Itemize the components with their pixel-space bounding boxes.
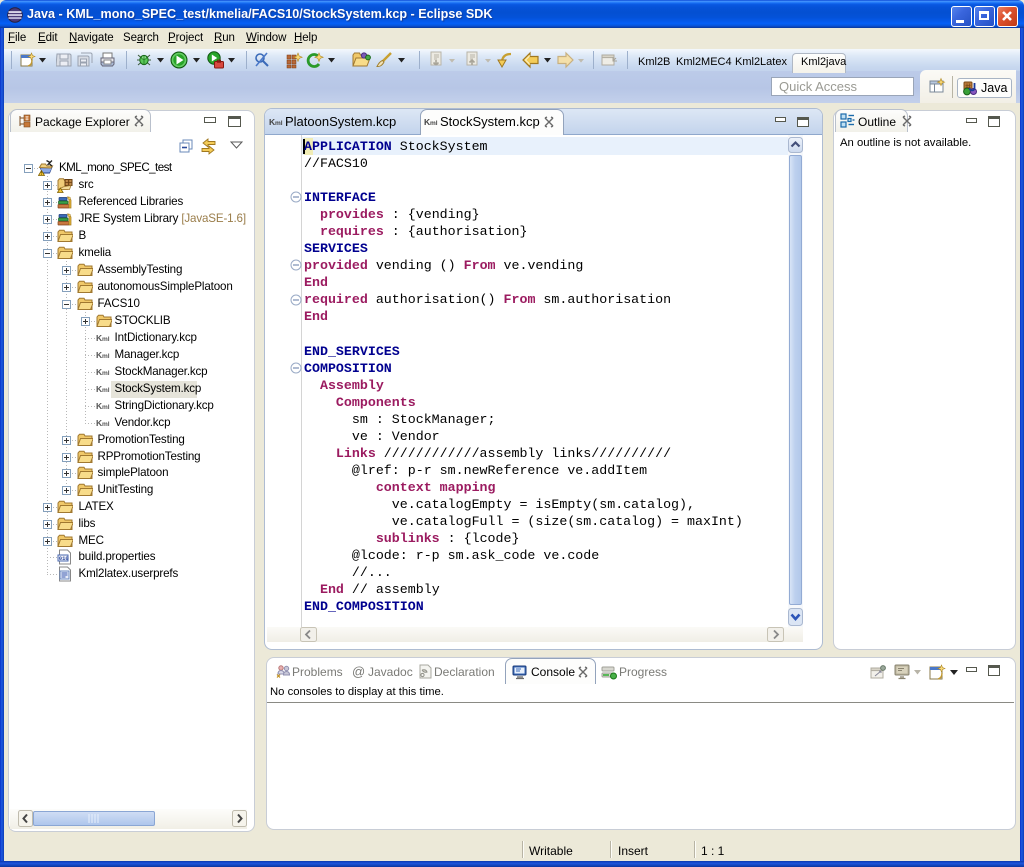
svg-text:ml: ml <box>430 120 438 127</box>
svg-text:ml: ml <box>102 370 110 377</box>
svg-text:ml: ml <box>102 353 110 360</box>
svg-text:ml: ml <box>102 404 110 411</box>
svg-text:ml: ml <box>275 120 283 127</box>
svg-text:ml: ml <box>102 421 110 428</box>
svg-text:ml: ml <box>102 336 110 343</box>
svg-text:!: ! <box>41 171 43 176</box>
svg-text:ml: ml <box>102 387 110 394</box>
svg-text:010: 010 <box>59 555 69 562</box>
